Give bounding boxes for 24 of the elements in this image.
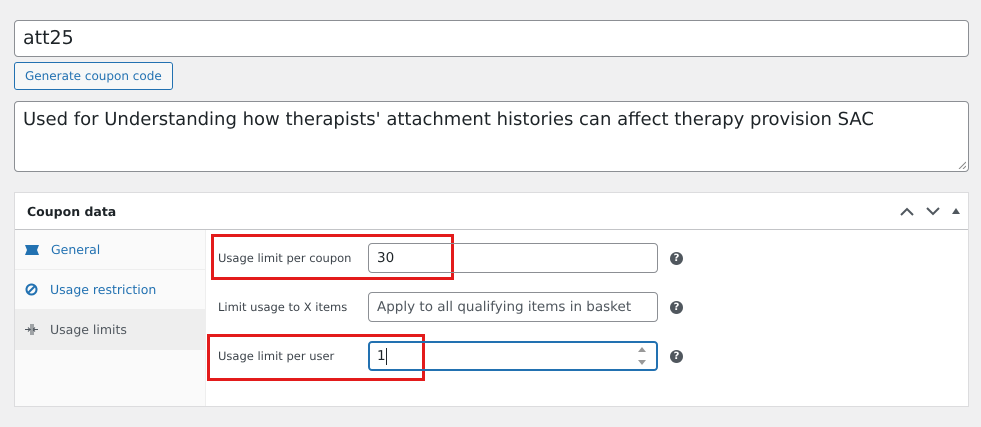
description-text: Used for Understanding how therapists' attachment histories can affect therapy provision SAC [23, 109, 874, 130]
panel-title: Coupon data [27, 204, 116, 218]
input-field[interactable]: Apply to all qualifying items in basket [368, 292, 658, 322]
block-icon [25, 283, 38, 296]
input-field[interactable]: 30 [368, 243, 658, 273]
field-label: Usage limit per coupon [218, 251, 352, 265]
generate-coupon-code-button[interactable]: Generate coupon code [14, 62, 173, 90]
help-icon[interactable]: ? [670, 350, 683, 362]
ticket-icon [25, 244, 39, 254]
help-icon[interactable]: ? [670, 252, 683, 264]
sidebar-tab[interactable]: Usage limits [15, 310, 205, 350]
limits-icon [25, 324, 38, 335]
resize-grip-icon[interactable] [958, 161, 966, 169]
spinner-icon[interactable] [638, 346, 646, 366]
field-label: Limit usage to X items [218, 300, 348, 314]
help-icon[interactable]: ? [670, 300, 683, 314]
description-field[interactable]: Used for Understanding how therapists' attachment histories can affect therapy provision SAC [14, 101, 969, 172]
collapse-icon[interactable] [952, 208, 960, 214]
coupon-code-field[interactable]: att25 [14, 20, 969, 57]
move-up-icon[interactable] [900, 206, 914, 216]
field-label: Usage limit per user [218, 349, 336, 363]
sidebar-tab[interactable]: General [15, 230, 205, 270]
input-field[interactable]: 1 [368, 341, 658, 371]
move-down-icon[interactable] [926, 206, 940, 216]
